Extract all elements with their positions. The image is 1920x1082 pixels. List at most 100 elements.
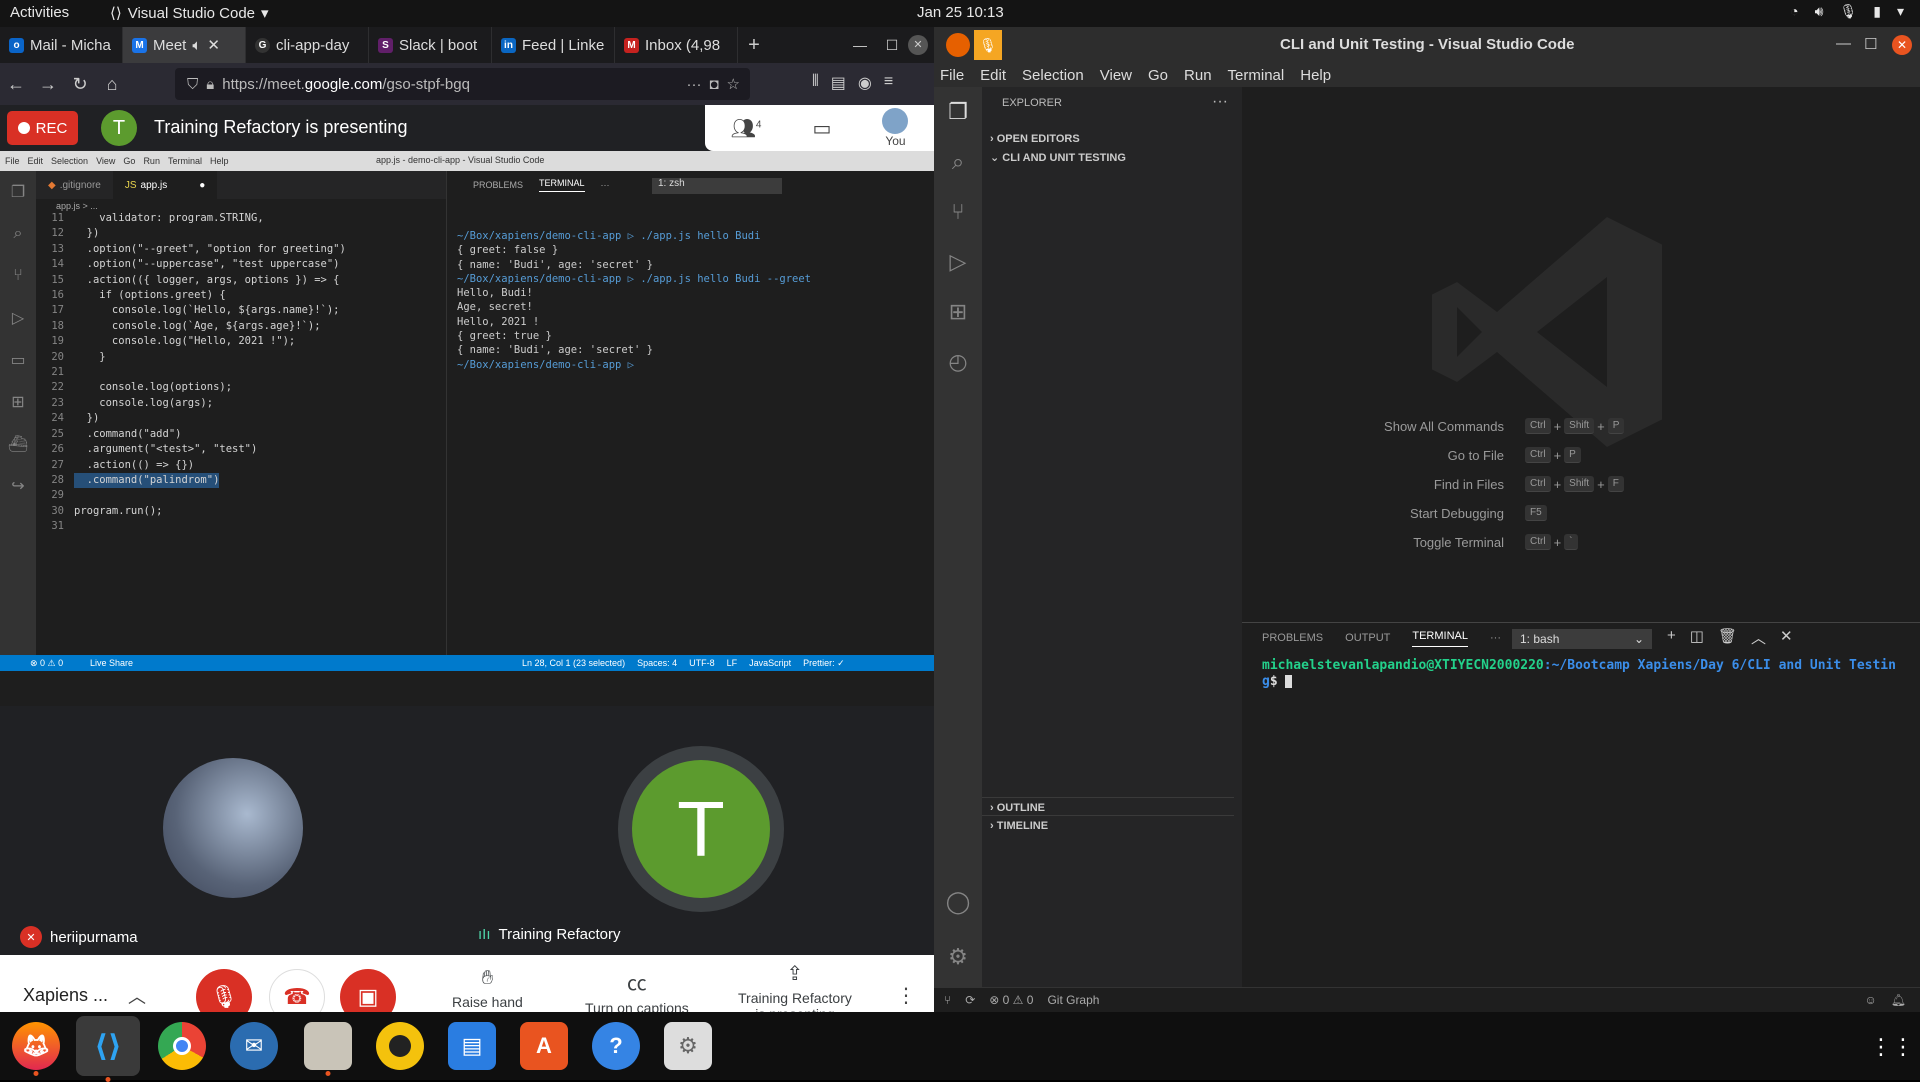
app-menu[interactable]: ⟨⟩ Visual Studio Code ▾	[110, 4, 269, 23]
menu-run[interactable]: Run	[1184, 67, 1212, 84]
vscode-menubar: File Edit Selection View Go Run Terminal…	[934, 63, 1920, 87]
account-icon[interactable]: ◉	[858, 73, 872, 93]
tab-problems[interactable]: PROBLEMS	[1262, 632, 1323, 644]
rhythmbox-dock-icon[interactable]	[376, 1022, 424, 1070]
minimize-button[interactable]: —	[1836, 35, 1851, 52]
chevron-up-icon[interactable]: ︿	[128, 983, 146, 1009]
close-window-button[interactable]: ✕	[1892, 35, 1912, 55]
software-dock-icon[interactable]: A	[520, 1022, 568, 1070]
account-icon[interactable]: ◯	[934, 877, 982, 927]
tab-output[interactable]: OUTPUT	[1345, 632, 1390, 644]
self-tile[interactable]: You	[882, 108, 909, 148]
menu-go[interactable]: Go	[1148, 67, 1168, 84]
vscode-dock-icon[interactable]: ⟨⟩	[76, 1016, 140, 1082]
more-options-icon[interactable]: ⋮	[896, 983, 916, 1008]
more-icon[interactable]: ···	[1490, 632, 1501, 644]
run-debug-icon[interactable]: ▷	[934, 237, 982, 287]
recording-badge[interactable]: REC	[7, 111, 78, 145]
chrome-dock-icon[interactable]	[158, 1022, 206, 1070]
record-dot-icon	[17, 122, 30, 134]
bookmark-star-icon[interactable]: ☆	[727, 75, 740, 93]
tab-terminal[interactable]: TERMINAL	[1412, 630, 1468, 647]
shortcut-row[interactable]: Go to File Ctrl + P	[1242, 447, 1920, 463]
maximize-button[interactable]: ☐	[1864, 35, 1877, 53]
raise-hand-button[interactable]: ✋︎ Raise hand	[452, 967, 523, 1010]
terminal-prompt[interactable]: michaelstevanlapandio@XTIYECN2000220:~/B…	[1262, 658, 1902, 690]
chat-icon[interactable]: ▭	[813, 116, 832, 141]
feedback-icon[interactable]: ☺	[1865, 993, 1877, 1007]
firefox-dock-icon[interactable]: 🦊︎	[12, 1022, 60, 1076]
shortcut-row[interactable]: Find in Files Ctrl + Shift + F	[1242, 476, 1920, 492]
menu-edit[interactable]: Edit	[980, 67, 1006, 84]
reload-button[interactable]: ↻	[64, 74, 96, 95]
close-window-button[interactable]: ✕	[908, 35, 928, 55]
library-icon[interactable]: ⫴	[812, 73, 819, 93]
minimize-button[interactable]: —	[844, 37, 876, 53]
close-panel-icon[interactable]: ✕	[1780, 627, 1793, 648]
settings-dock-icon[interactable]: ⚙	[664, 1022, 712, 1070]
tab-meet[interactable]: M Meet 🔈︎ ✕	[123, 27, 246, 63]
shortcut-row[interactable]: Start Debugging F5	[1242, 505, 1920, 521]
tab-slack[interactable]: S Slack | boot	[369, 27, 492, 63]
tab-gmail[interactable]: M Inbox (4,98	[615, 27, 738, 63]
forward-button[interactable]: →	[32, 74, 64, 95]
git-graph-icon[interactable]: ◴	[934, 337, 982, 387]
settings-gear-icon[interactable]: ⚙	[934, 932, 982, 982]
shortcut-row[interactable]: Toggle Terminal Ctrl + `	[1242, 534, 1920, 550]
firefox-icon	[946, 33, 970, 57]
home-button[interactable]: ⌂	[96, 74, 128, 95]
system-tray[interactable]: ◔ 🔊︎ 🎙︎ ▮ ▾	[1790, 3, 1904, 20]
split-terminal-icon[interactable]: ◫	[1690, 627, 1704, 648]
branch-icon[interactable]: ⑂	[944, 993, 951, 1007]
clock[interactable]: Jan 25 10:13	[917, 4, 1004, 21]
sidebar-icon[interactable]: ▤	[831, 73, 846, 93]
hamburger-menu-icon[interactable]: ≡	[884, 73, 893, 93]
people-icon[interactable]: 👥︎4	[731, 116, 762, 141]
meeting-name[interactable]: Xapiens ...	[23, 985, 108, 1006]
back-button[interactable]: ←	[0, 74, 32, 95]
maximize-panel-icon[interactable]: ︿	[1751, 627, 1766, 648]
menu-selection[interactable]: Selection	[1022, 67, 1084, 84]
shortcut-row[interactable]: Show All Commands Ctrl + Shift + P	[1242, 418, 1920, 434]
close-tab-icon[interactable]: ✕	[207, 36, 220, 54]
participants-area: ✕ heriipurnama T ıIı Training Refactory	[0, 706, 934, 955]
folder-section[interactable]: ⌄ CLI AND UNIT TESTING	[990, 151, 1126, 164]
menu-file[interactable]: File	[940, 67, 964, 84]
captions-button[interactable]: ㏄ Turn on captions	[585, 967, 689, 1016]
new-tab-button[interactable]: +	[738, 34, 770, 57]
trash-icon[interactable]: 🗑︎	[1718, 627, 1737, 648]
maximize-button[interactable]: ☐	[876, 37, 908, 54]
writer-dock-icon[interactable]: ▤	[448, 1022, 496, 1070]
timeline-section[interactable]: › TIMELINE	[982, 815, 1234, 832]
bell-icon[interactable]: 🔔︎	[1891, 993, 1906, 1007]
help-dock-icon[interactable]: ?	[592, 1022, 640, 1070]
outline-section[interactable]: › OUTLINE	[982, 797, 1234, 814]
status-git-graph[interactable]: Git Graph	[1047, 993, 1099, 1007]
menu-view[interactable]: View	[1100, 67, 1132, 84]
open-editors-section[interactable]: › OPEN EDITORS	[990, 133, 1080, 145]
search-icon[interactable]: ⌕	[934, 137, 982, 187]
tab-linkedin[interactable]: in Feed | Linke	[492, 27, 615, 63]
show-apps-icon[interactable]: ⋮⋮⋮	[1870, 1034, 1920, 1060]
line-number: 28	[51, 473, 64, 486]
sync-icon[interactable]: ⟳	[965, 993, 975, 1007]
status-problems[interactable]: ⊗ 0 ⚠ 0	[989, 993, 1033, 1007]
menu-terminal[interactable]: Terminal	[1228, 67, 1285, 84]
more-icon[interactable]: ···	[1212, 93, 1228, 111]
thunderbird-dock-icon[interactable]: ✉	[230, 1022, 278, 1070]
files-dock-icon[interactable]	[304, 1022, 352, 1076]
menu-help[interactable]: Help	[1300, 67, 1331, 84]
source-control-icon[interactable]: ⑂	[934, 187, 982, 237]
tab-mail[interactable]: o Mail - Micha	[0, 27, 123, 63]
extensions-icon[interactable]: ⊞	[934, 287, 982, 337]
terminal-select[interactable]: 1: bash ⌄	[1512, 629, 1652, 649]
activities-button[interactable]: Activities	[10, 4, 69, 21]
explorer-icon[interactable]: ❐	[934, 87, 982, 137]
new-terminal-icon[interactable]: +	[1667, 627, 1676, 648]
url-bar[interactable]: ⛉ 🔒︎ https://meet.google.com/gso-stpf-bg…	[175, 68, 750, 100]
pocket-icon[interactable]: ◘	[709, 76, 718, 93]
camera-off-icon: ▣	[357, 984, 379, 1009]
tab-github[interactable]: Gcli-app-day	[246, 27, 369, 63]
more-icon[interactable]: ···	[686, 76, 701, 93]
speaker-icon[interactable]: 🔈︎	[192, 37, 201, 54]
